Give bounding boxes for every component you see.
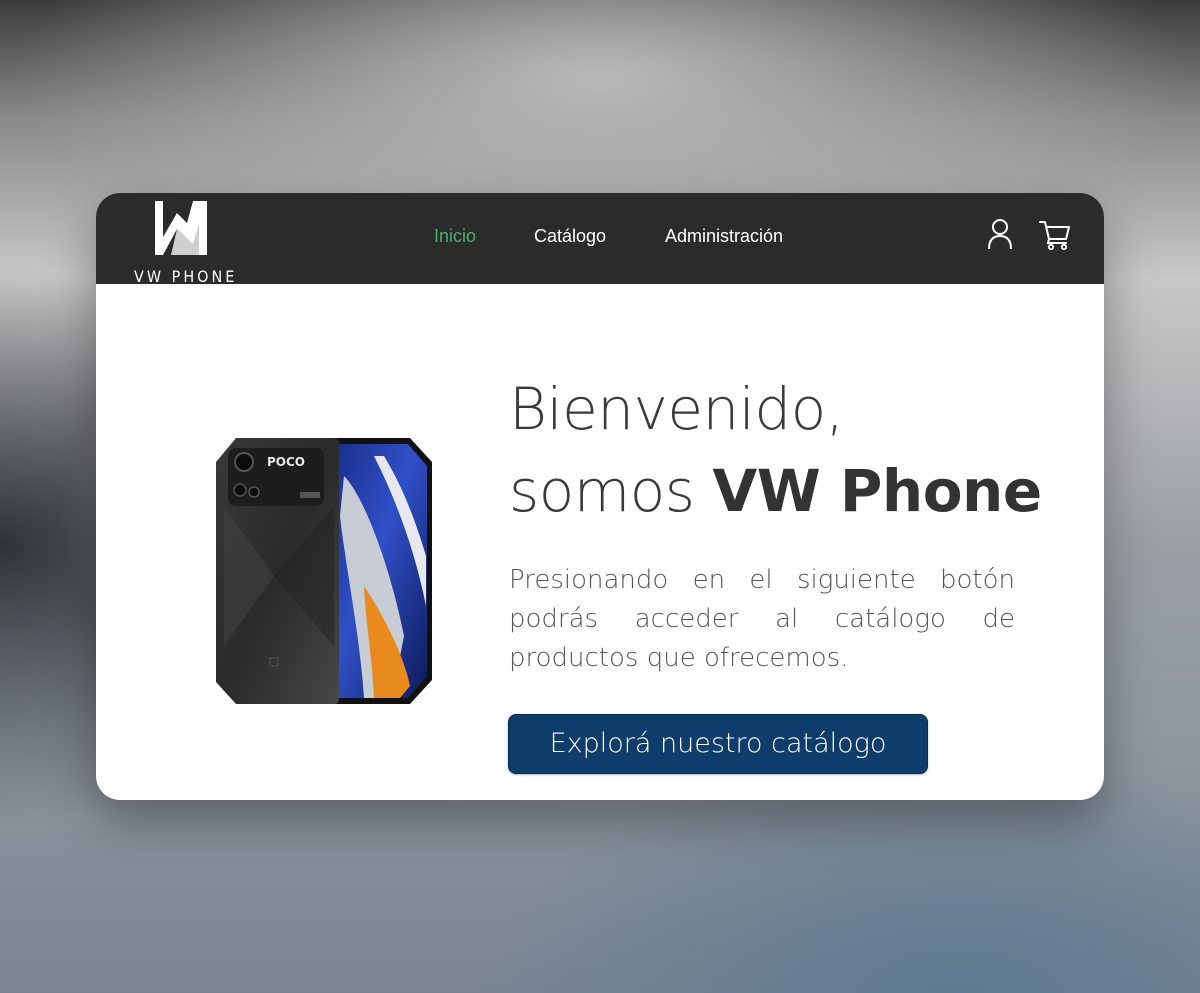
hero-title-line1: Bienvenido, <box>509 375 844 443</box>
vw-logo-icon <box>155 201 207 255</box>
nav-inicio[interactable]: Inicio <box>434 226 476 247</box>
brand-logo[interactable]: VW PHONE <box>132 201 234 286</box>
product-image: POCO <box>214 436 436 706</box>
explore-catalog-button[interactable]: Explorá nuestro catálogo <box>508 714 928 774</box>
nav-catalogo[interactable]: Catálogo <box>534 226 606 247</box>
hero-description: Presionando en el siguiente botón podrás… <box>509 565 1015 673</box>
phone-illustration: POCO <box>216 438 432 704</box>
main-card: VW PHONE Inicio Catálogo Administración <box>96 193 1104 800</box>
hero-title: Bienvenido, somos VW Phone <box>509 368 1049 532</box>
svg-text:POCO: POCO <box>267 455 305 469</box>
nav-administracion[interactable]: Administración <box>665 226 783 247</box>
navbar: VW PHONE Inicio Catálogo Administración <box>96 193 1104 286</box>
hero-title-prefix: somos <box>509 457 713 525</box>
cart-icon[interactable] <box>1038 219 1072 251</box>
hero-title-brand: VW Phone <box>712 457 1042 525</box>
brand-name: VW PHONE <box>134 267 238 286</box>
user-icon[interactable] <box>986 217 1014 251</box>
